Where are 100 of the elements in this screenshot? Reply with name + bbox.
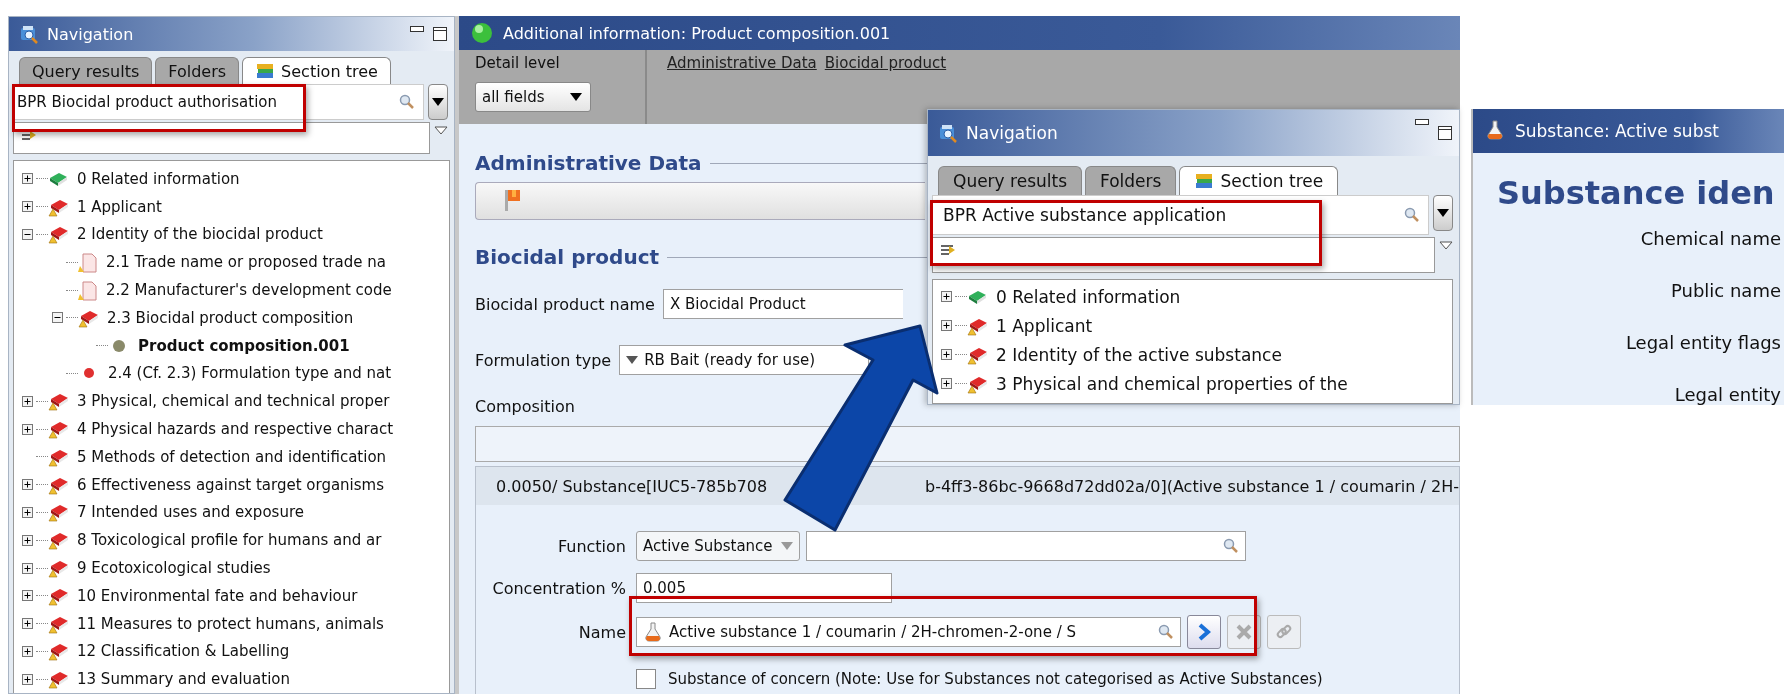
caret-icon <box>626 356 639 364</box>
search-field[interactable]: BPR Biocidal product authorisation <box>13 84 424 120</box>
tab[interactable]: Query results <box>19 57 153 84</box>
flag-icon <box>504 188 522 212</box>
filter-field[interactable] <box>13 122 430 154</box>
dropdown-button[interactable] <box>1433 195 1453 231</box>
book-warning-icon <box>48 641 69 662</box>
field-label: Legal entity flags <box>1625 331 1782 355</box>
tab[interactable]: Section tree <box>242 57 391 84</box>
name-field[interactable]: Active substance 1 / coumarin / 2H-chromen-2-one / S <box>636 617 1181 647</box>
caret-icon <box>781 542 793 550</box>
section-link[interactable]: Biocidal product <box>824 54 947 124</box>
tree-item[interactable]: 2 Identity of the biocidal product <box>77 225 323 244</box>
tree-item[interactable]: 1 Applicant <box>996 315 1093 336</box>
field-label: Name <box>577 622 626 642</box>
document-icon <box>78 251 98 273</box>
dropdown-button[interactable] <box>428 84 448 120</box>
field-label: Chemical name <box>1640 227 1782 251</box>
window-title: Additional information: Product composition.001 <box>503 23 891 43</box>
book-warning-icon <box>48 224 69 245</box>
tree-item[interactable]: 3 Physical, chemical and technical proper <box>77 392 390 411</box>
section-heading: Biocidal product <box>475 245 660 269</box>
window-title: Navigation <box>47 24 134 44</box>
field-label: Formulation type <box>475 350 612 370</box>
product-name-field[interactable]: X Biocidal Product <box>662 289 903 319</box>
search-field[interactable] <box>806 531 1246 561</box>
tree-item[interactable]: 3 Physical and chemical properties of the <box>996 373 1348 394</box>
tree-item[interactable]: 9 Ecotoxicological studies <box>77 559 271 578</box>
field-label: Public name <box>1670 279 1782 303</box>
section-heading: Substance iden <box>1497 173 1775 213</box>
filter-icon <box>939 242 957 258</box>
maximize-icon <box>432 26 448 42</box>
tree-item[interactable]: 2 Identity of the active substance <box>996 344 1282 365</box>
caret-icon <box>1437 209 1449 217</box>
minimize-icon <box>410 26 424 32</box>
tree-item[interactable]: 12 Classification & Labelling <box>77 642 290 661</box>
navigation-icon <box>938 123 958 143</box>
books-icon <box>255 61 276 81</box>
checkbox-label: Substance of concern (Note: Use for Substances not categorised as Active Substances) <box>668 670 1323 688</box>
tree-item[interactable]: 0 Related information <box>77 169 240 188</box>
concentration-field[interactable]: 0.005 <box>636 573 892 603</box>
search-icon <box>1158 624 1174 640</box>
flask-icon <box>643 621 663 643</box>
dot-icon <box>82 366 96 381</box>
dot-icon <box>112 338 126 353</box>
tab[interactable]: Folders <box>1085 166 1177 195</box>
tab[interactable]: Section tree <box>1179 166 1339 195</box>
maximize-icon <box>1437 125 1453 141</box>
caret-icon <box>432 98 444 106</box>
flask-icon <box>1485 119 1505 143</box>
tree-item[interactable]: 5 Methods of detection and identification <box>77 447 387 466</box>
tree-item[interactable]: 7 Intended uses and exposure <box>77 503 304 522</box>
chevron-icon <box>1197 623 1211 641</box>
tree-item[interactable]: 4 Physical hazards and respective charact <box>77 420 394 439</box>
function-dropdown[interactable]: Active Substance <box>636 531 800 561</box>
tree-item[interactable]: 8 Toxicological profile for humans and ar <box>77 531 382 550</box>
menu-caret-icon <box>434 126 448 135</box>
tree-item[interactable]: 2.3 Biocidal product composition <box>107 308 354 327</box>
book-warning-icon <box>48 669 69 690</box>
book-warning-icon <box>48 391 69 412</box>
tree-item[interactable]: 2.1 Trade name or proposed trade na <box>106 253 386 272</box>
field-label: Biocidal product name <box>475 294 655 314</box>
search-icon <box>399 94 415 110</box>
menu-caret-icon <box>1439 241 1453 250</box>
section-link[interactable]: Administrative Data <box>667 54 817 124</box>
search-icon <box>1404 207 1420 223</box>
detail-level-dropdown[interactable]: all fields <box>475 82 591 112</box>
entry-header-text: 0.0050/ Substance[IUC5-785b708 <box>496 476 768 496</box>
tree-item[interactable]: 11 Measures to protect humans, animals <box>77 614 384 633</box>
section-heading: Administrative Data <box>475 151 702 175</box>
field-label: Legal entity <box>1674 383 1782 405</box>
open-button[interactable] <box>1187 615 1221 649</box>
chain-icon <box>1275 623 1293 641</box>
navigation-icon <box>19 24 39 44</box>
remove-button[interactable] <box>1227 615 1261 649</box>
window-title: Substance: Active subst <box>1515 121 1719 141</box>
tree-item[interactable]: Product composition.001 <box>138 336 350 355</box>
search-icon <box>1223 538 1239 554</box>
books-icon <box>1194 171 1215 191</box>
tab[interactable]: Query results <box>938 166 1083 195</box>
tree-item[interactable]: 0 Related information <box>996 286 1181 307</box>
formulation-type-dropdown[interactable]: RB Bait (ready for use) <box>619 345 870 375</box>
tree-item[interactable]: 6 Effectiveness against target organisms <box>77 475 385 494</box>
detail-level-label: Detail level <box>475 54 561 72</box>
field-label: Function <box>556 536 626 556</box>
tree-item[interactable]: 10 Environmental fate and behaviour <box>77 586 358 605</box>
field-label: Concentration % <box>491 578 626 598</box>
tab[interactable]: Folders <box>155 57 240 84</box>
tree-item[interactable]: 2.2 Manufacturer's development code <box>106 281 392 300</box>
filter-field[interactable] <box>932 237 1435 273</box>
tree-item[interactable]: 1 Applicant <box>77 197 162 216</box>
entry-header-text: b-4ff3-86bc-9668d72dd02a/0](Active substance 1 / coumarin / 2H- <box>925 476 1459 496</box>
composition-label: Composition <box>475 397 576 416</box>
tree-item[interactable]: 13 Summary and evaluation <box>77 670 290 689</box>
cross-icon <box>1236 624 1252 640</box>
book-warning-icon <box>48 558 69 579</box>
tree-item[interactable]: 2.4 (Cf. 2.3) Formulation type and nat <box>108 364 392 383</box>
search-field[interactable]: BPR Active substance application <box>932 195 1429 235</box>
checkbox[interactable] <box>636 669 656 689</box>
book-warning-icon <box>48 419 69 440</box>
